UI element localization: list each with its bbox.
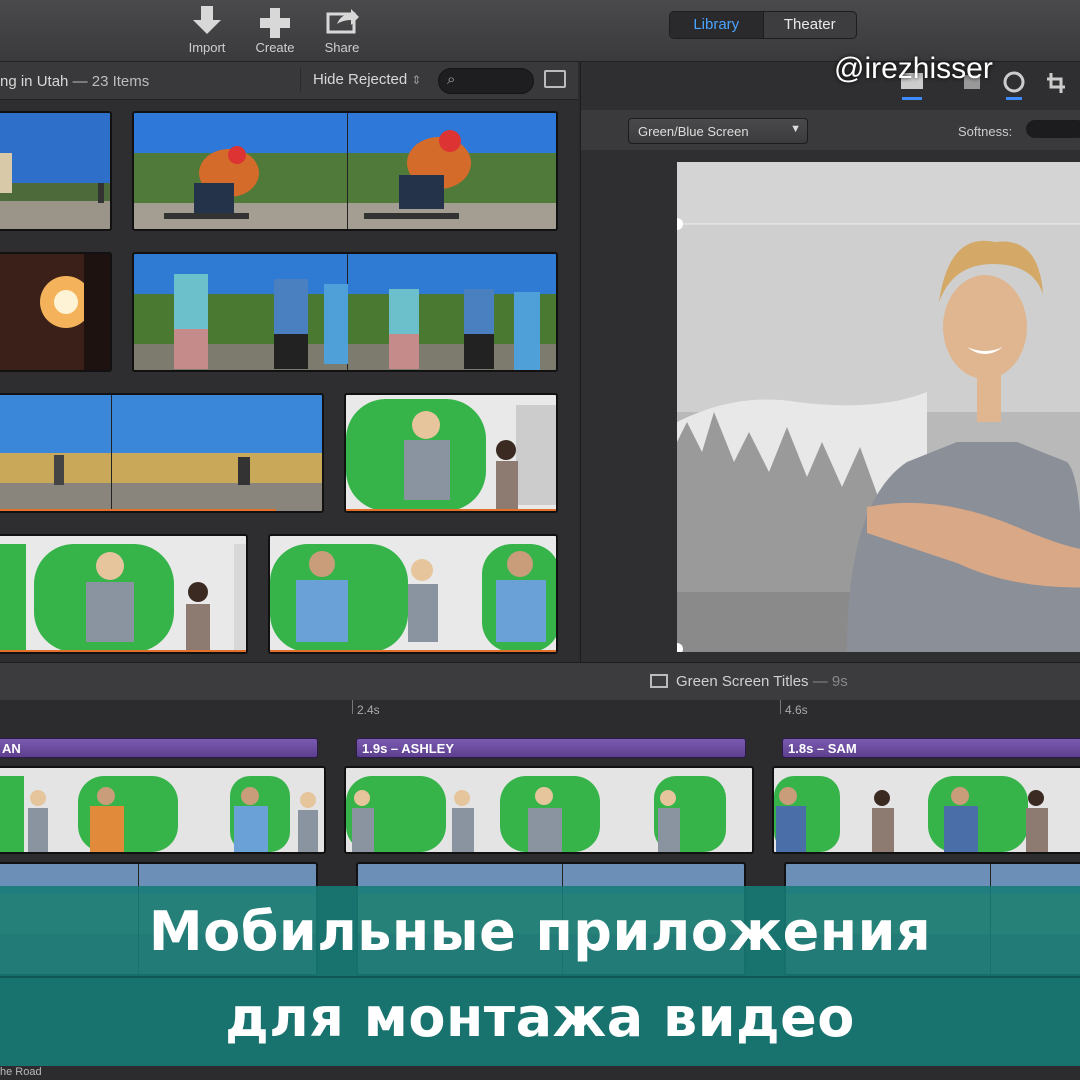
title-clip[interactable]: 1.9s – ASHLEY	[356, 738, 746, 758]
project-duration: — 9s	[812, 673, 848, 690]
green-screen-thumb	[0, 536, 246, 652]
track-label: he Road	[0, 1066, 42, 1078]
video-preview	[677, 162, 1080, 652]
plus-icon	[260, 8, 290, 38]
title-clip[interactable]: AN	[0, 738, 318, 758]
sunset-thumb	[0, 254, 110, 370]
timeline-header: Green Screen Titles — 9s	[0, 662, 1080, 700]
green-screen-thumb	[270, 536, 556, 652]
project-name: Green Screen Titles	[676, 673, 809, 690]
watermark: @irezhisser	[834, 52, 993, 85]
clip-thumbnail[interactable]	[132, 111, 558, 231]
clip-thumbnail[interactable]	[344, 393, 558, 513]
skater-thumb	[134, 113, 556, 229]
clip-thumbnail[interactable]	[0, 111, 112, 231]
ruler-label: 4.6s	[785, 703, 808, 717]
banner-line-2: для монтажа видео	[225, 986, 855, 1049]
import-label: Import	[188, 40, 226, 55]
timeline-clip[interactable]	[344, 766, 754, 854]
timeline-clip[interactable]	[772, 766, 1080, 854]
search-icon: ⌕	[447, 71, 456, 88]
skate-road-thumb	[0, 113, 110, 229]
share-icon	[326, 9, 359, 34]
event-title: ng in Utah — 23 Items	[0, 73, 149, 90]
project-title: Green Screen Titles — 9s	[650, 673, 848, 690]
green-screen-strip	[0, 768, 324, 852]
chevron-down-icon: ▼	[790, 123, 801, 135]
group-walk-thumb	[134, 254, 556, 370]
import-button[interactable]: Import	[172, 2, 242, 55]
tab-library[interactable]: Library	[670, 12, 764, 38]
clip-thumbnail[interactable]	[0, 393, 324, 513]
search-input[interactable]: ⌕	[438, 68, 534, 94]
create-label: Create	[255, 40, 295, 55]
timeline-clip[interactable]	[0, 766, 326, 854]
tab-theater[interactable]: Theater	[764, 12, 857, 38]
banner-line-1: Мобильные приложения	[148, 900, 932, 963]
crop-icon[interactable]	[1047, 73, 1065, 93]
clip-thumbnail[interactable]	[0, 252, 112, 372]
desert-road-thumb	[0, 395, 322, 511]
banner-divider	[0, 976, 1080, 978]
filter-select[interactable]: Hide Rejected ⇕	[300, 67, 433, 92]
viewer: Green/Blue Screen ▼ Softness:	[580, 62, 1080, 662]
ruler-label: 2.4s	[357, 703, 380, 717]
softness-slider[interactable]	[1026, 120, 1080, 138]
share-button[interactable]: Share	[307, 2, 377, 55]
share-label: Share	[324, 40, 360, 55]
ruler-tick	[352, 700, 353, 714]
view-switcher: Library Theater	[669, 11, 857, 39]
clip-thumbnail[interactable]	[0, 534, 248, 654]
create-button[interactable]: Create	[240, 2, 310, 55]
color-correction-icon[interactable]	[1003, 71, 1025, 93]
ruler-tick	[780, 700, 781, 714]
filmstrip-icon[interactable]	[544, 70, 566, 88]
clip-thumbnail[interactable]	[132, 252, 558, 372]
browser-header: ng in Utah — 23 Items Hide Rejected ⇕ ⌕	[0, 62, 578, 100]
item-count: — 23 Items	[72, 73, 150, 90]
green-screen-thumb	[346, 395, 556, 511]
softness-label: Softness:	[958, 124, 1013, 139]
green-screen-strip	[346, 768, 752, 852]
updown-arrows-icon: ⇕	[411, 73, 422, 87]
event-name: ng in Utah	[0, 73, 69, 90]
clip-thumbnail[interactable]	[268, 534, 558, 654]
import-arrow-icon	[193, 6, 221, 34]
clip-browser	[0, 100, 578, 662]
filter-label: Hide Rejected	[313, 71, 408, 88]
green-screen-strip	[774, 768, 1080, 852]
effect-select[interactable]: Green/Blue Screen ▼	[628, 118, 808, 144]
effect-select-value: Green/Blue Screen	[638, 124, 749, 139]
project-icon	[650, 674, 668, 688]
title-clip[interactable]: 1.8s – SAM	[782, 738, 1080, 758]
